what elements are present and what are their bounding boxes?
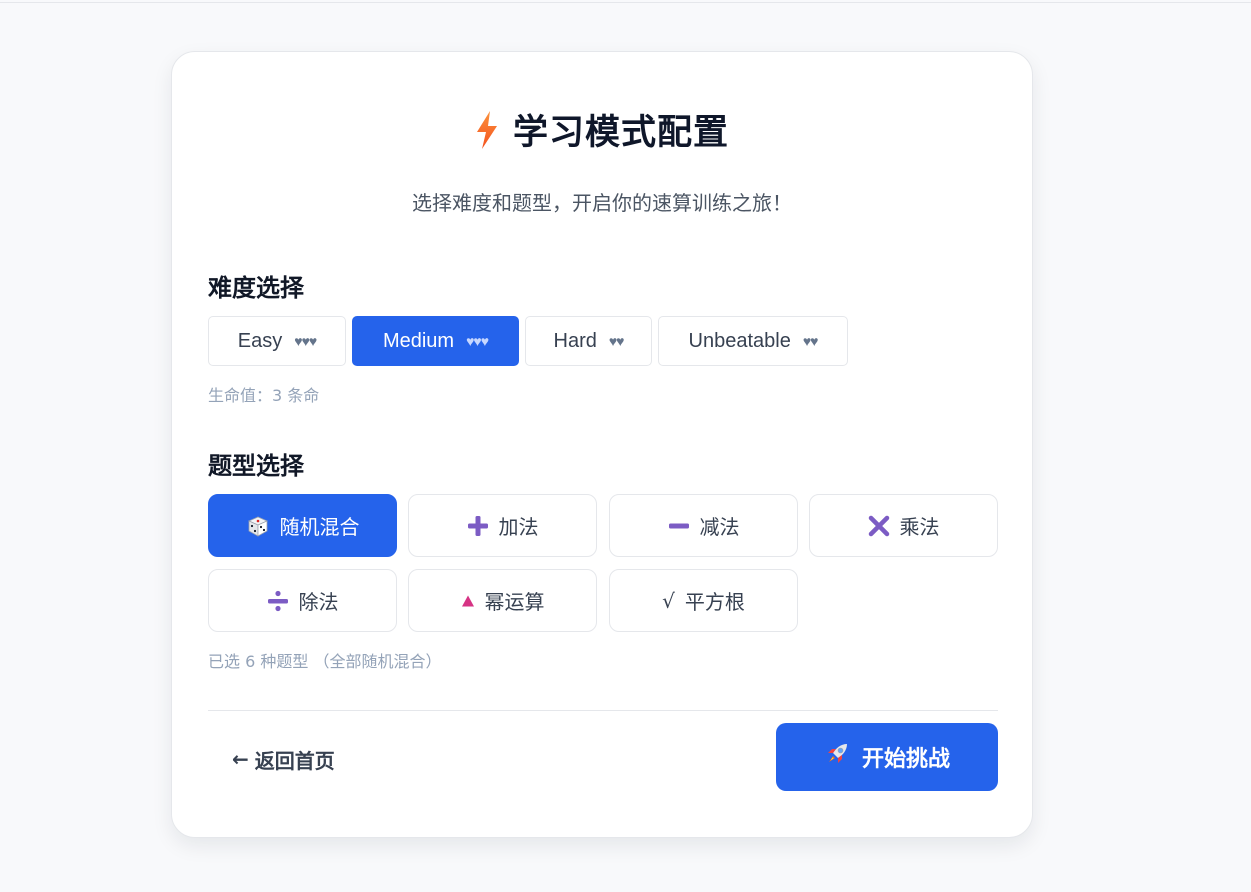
type-multiplication-button[interactable]: 乘法 [809,494,998,557]
type-label: 幂运算 [484,590,545,614]
type-addition-button[interactable]: 加法 [408,494,597,557]
rocket-icon [824,741,850,773]
back-home-button[interactable]: ← 返回首页 [232,742,335,776]
type-label: 随机混合 [279,515,360,539]
start-challenge-button[interactable]: 开始挑战 [776,723,998,791]
top-border [0,2,1251,3]
difficulty-label: Easy [237,329,283,352]
difficulty-section-title: 难度选择 [208,274,304,302]
start-challenge-label: 开始挑战 [861,747,950,772]
difficulty-label: Medium [382,329,455,352]
difficulty-hard-button[interactable]: Hard ♥♥ [525,316,652,366]
difficulty-label: Hard [553,329,597,352]
selected-types-hint: 已选 6 种题型 （全部随机混合） [208,652,442,671]
dice-icon [246,514,270,538]
page-header: 学习模式配置 [172,104,1032,155]
page-subtitle: 选择难度和题型，开启你的速算训练之旅！ [412,191,792,215]
hearts-icon: ♥♥ [802,333,819,349]
difficulty-unbeatable-button[interactable]: Unbeatable ♥♥ [658,316,848,366]
type-power-button[interactable]: 幂运算 [408,569,597,632]
hearts-icon: ♥♥ [608,333,625,349]
divide-icon [267,590,289,612]
sqrt-icon: √ [662,588,675,613]
page-title: 学习模式配置 [512,113,729,153]
multiply-icon [868,515,890,537]
plus-icon [467,515,489,537]
config-card: 学习模式配置 选择难度和题型，开启你的速算训练之旅！ 难度选择 Easy ♥♥♥… [171,51,1033,838]
arrow-left-icon: ← [232,747,249,771]
type-subtraction-button[interactable]: 减法 [609,494,798,557]
type-label: 减法 [699,515,740,539]
type-sqrt-button[interactable]: √ 平方根 [609,569,798,632]
triangle-icon [461,594,475,608]
lightning-icon [475,110,499,149]
footer-divider [208,710,998,711]
hearts-icon: ♥♥♥ [466,333,489,349]
type-random-mix-button[interactable]: 随机混合 [208,494,397,557]
hearts-icon: ♥♥♥ [294,333,317,349]
type-label: 除法 [298,590,339,614]
type-division-button[interactable]: 除法 [208,569,397,632]
question-type-section-title: 题型选择 [208,452,304,480]
lives-hint: 生命值：3 条命 [208,386,320,405]
back-home-label: 返回首页 [254,748,335,773]
type-label: 平方根 [684,590,745,614]
difficulty-medium-button[interactable]: Medium ♥♥♥ [352,316,519,366]
minus-icon [668,515,690,537]
type-label: 加法 [498,515,539,539]
type-label: 乘法 [899,515,940,539]
difficulty-label: Unbeatable [688,329,791,352]
difficulty-easy-button[interactable]: Easy ♥♥♥ [208,316,346,366]
